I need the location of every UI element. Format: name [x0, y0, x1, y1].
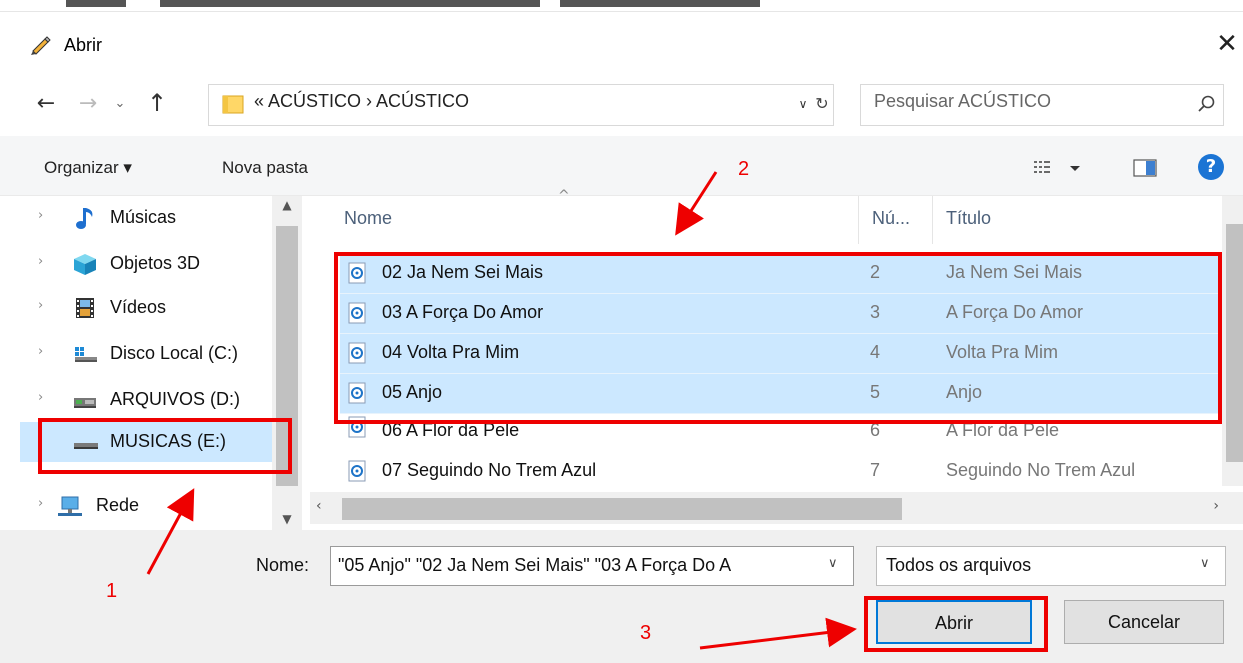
annotation-arrow-2	[675, 171, 718, 236]
annotation-arrow-1	[146, 488, 195, 575]
annotation-arrow-3	[699, 617, 857, 650]
annotation-arrows	[146, 171, 857, 650]
